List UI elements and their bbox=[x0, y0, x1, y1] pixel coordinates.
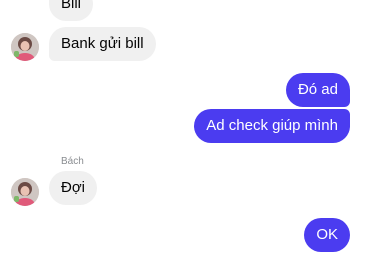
message-bubble-incoming[interactable]: Đợi bbox=[49, 171, 98, 205]
sender-name: Bách bbox=[61, 156, 84, 167]
message-bubble-outgoing[interactable]: Đó ad bbox=[285, 73, 350, 107]
avatar-photo-icon bbox=[11, 178, 39, 206]
chat-thread: Bill Bank gửi bill Đó ad Ad check giúp m… bbox=[0, 0, 374, 257]
message-bubble-outgoing[interactable]: OK bbox=[304, 218, 350, 252]
message-bubble-incoming[interactable]: Bank gửi bill bbox=[49, 27, 156, 61]
message-bubble-incoming[interactable]: Bill bbox=[49, 0, 94, 21]
contact-avatar[interactable] bbox=[11, 33, 39, 61]
contact-avatar[interactable] bbox=[11, 178, 39, 206]
message-bubble-outgoing[interactable]: Ad check giúp mình bbox=[194, 109, 350, 143]
avatar-photo-icon bbox=[11, 33, 39, 61]
